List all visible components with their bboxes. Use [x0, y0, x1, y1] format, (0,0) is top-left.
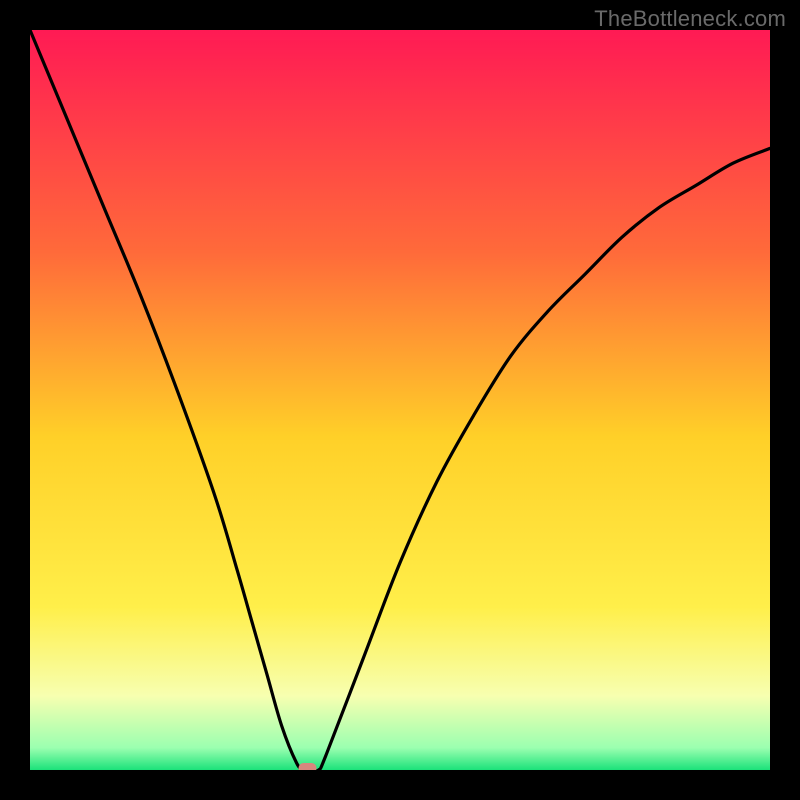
chart-frame [30, 30, 770, 770]
chart-background [30, 30, 770, 770]
watermark-text: TheBottleneck.com [594, 6, 786, 32]
bottleneck-chart [30, 30, 770, 770]
optimal-point-marker [299, 763, 317, 770]
